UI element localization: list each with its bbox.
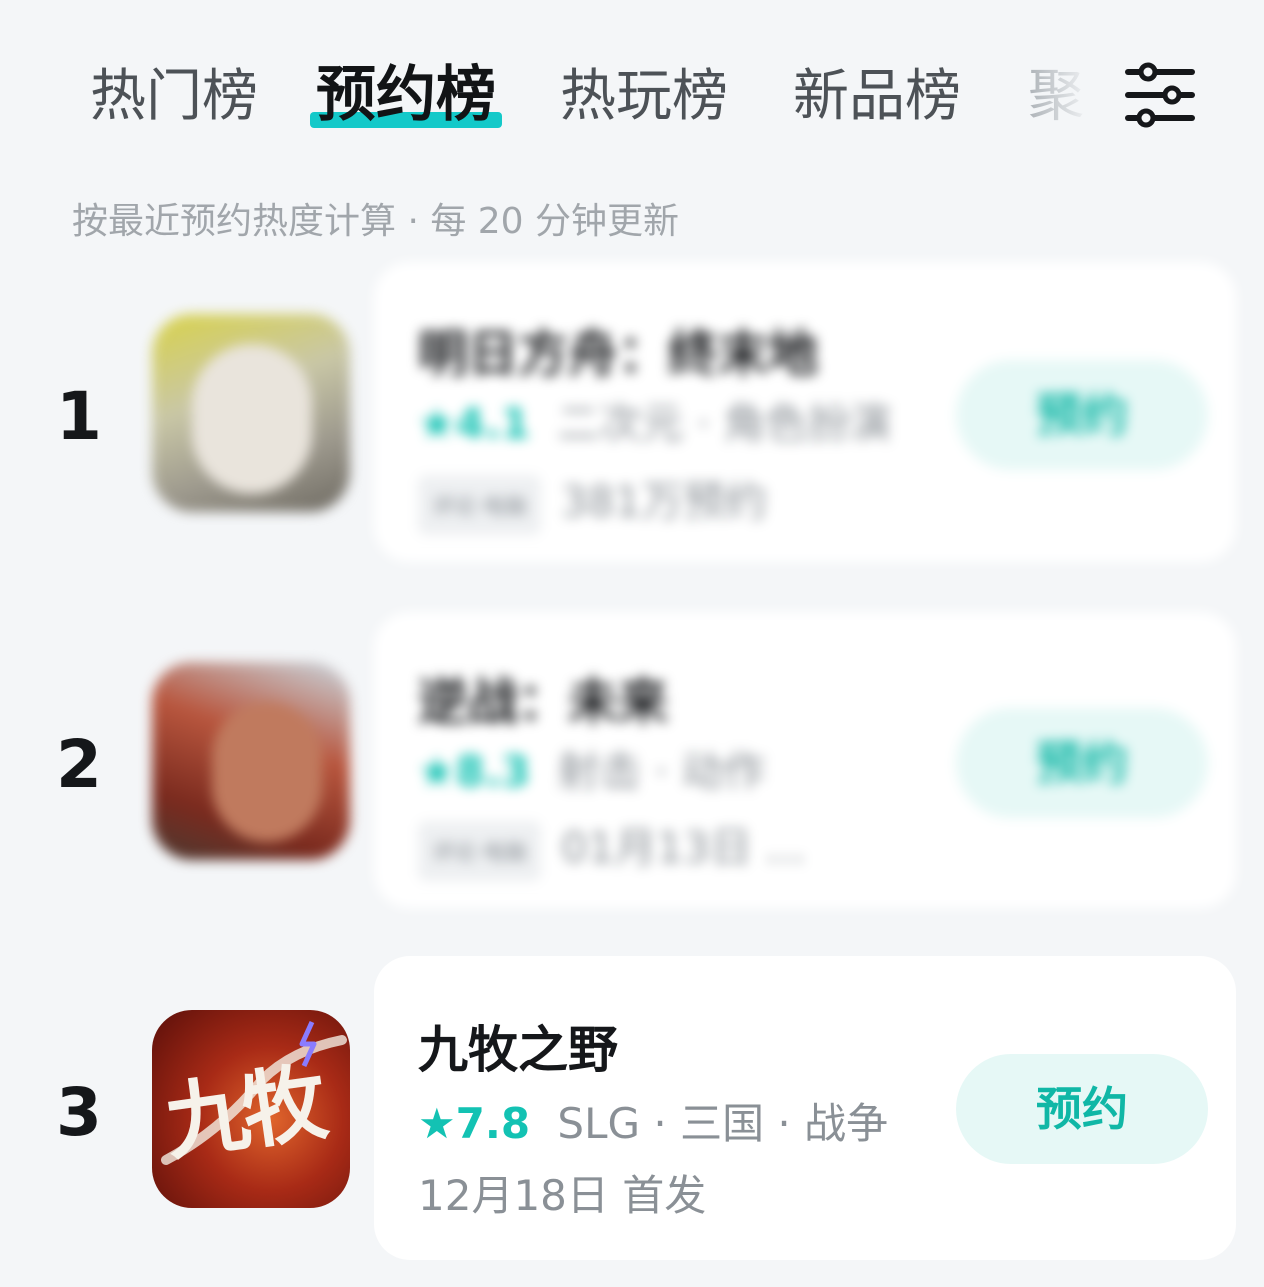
game-icon-logo-text: 九牧 [158,1052,327,1173]
game-card[interactable]: 逆战：未来 ★8.3 射击 · 动作 评论·电脑 01月13日 ... 预约 [374,612,1236,908]
game-score: 4.1 [455,399,531,448]
reserve-button[interactable]: 预约 [956,708,1208,818]
star-icon: ★ [418,399,456,448]
reserve-button[interactable]: 预约 [956,360,1208,470]
rank-number: 1 [56,378,102,455]
star-icon: ★ [418,1099,456,1148]
game-score: 7.8 [455,1099,531,1148]
game-title: 九牧之野 [418,1021,618,1079]
tab-reserve[interactable]: 预约榜 [310,60,502,130]
game-icon[interactable] [152,314,350,512]
game-score: 8.3 [455,747,531,796]
game-info: 381万预约 [561,477,768,526]
game-tag: 评论·电脑 [418,820,541,881]
tab-hot-play[interactable]: 热玩榜 [560,62,728,132]
game-meta: ★4.1 二次元 · 角色扮演 [418,390,891,451]
game-meta: ★8.3 射击 · 动作 [418,738,765,799]
game-meta: ★7.8 SLG · 三国 · 战争 [418,1090,888,1151]
reserve-button[interactable]: 预约 [956,1054,1208,1164]
game-icon[interactable]: 九牧 [152,1010,350,1208]
game-release-date: 12月18日 首发 [418,1171,707,1220]
game-genres: SLG · 三国 · 战争 [557,1099,889,1148]
game-card[interactable]: 明日方舟：终末地 ★4.1 二次元 · 角色扮演 评论·电脑 381万预约 预约 [374,262,1236,562]
rank-number: 3 [56,1074,102,1151]
game-card[interactable]: 九牧之野 ★7.8 SLG · 三国 · 战争 12月18日 首发 预约 [374,956,1236,1260]
tab-new[interactable]: 新品榜 [793,62,961,132]
game-genres: 二次元 · 角色扮演 [557,399,892,448]
game-icon[interactable] [152,662,350,860]
filter-settings-button[interactable] [1120,60,1200,130]
sliders-icon [1125,62,1195,128]
game-tag: 评论·电脑 [418,474,541,535]
game-info-row: 评论·电脑 381万预约 [418,468,767,535]
star-icon: ★ [418,747,456,796]
game-info-row: 评论·电脑 01月13日 ... [418,814,805,881]
ranking-tabs: 热门榜 预约榜 热玩榜 新品榜 聚 [0,0,1264,150]
game-info: 01月13日 ... [561,823,806,872]
tab-fade-overlay [1010,50,1120,150]
game-title: 逆战：未来 [418,673,668,731]
tab-reserve-label: 预约榜 [316,60,496,130]
tab-hot[interactable]: 热门榜 [90,62,258,132]
rank-number: 2 [56,726,102,803]
ranking-subtitle: 按最近预约热度计算 · 每 20 分钟更新 [72,201,680,242]
game-title: 明日方舟：终末地 [418,325,818,383]
game-genres: 射击 · 动作 [557,747,766,796]
